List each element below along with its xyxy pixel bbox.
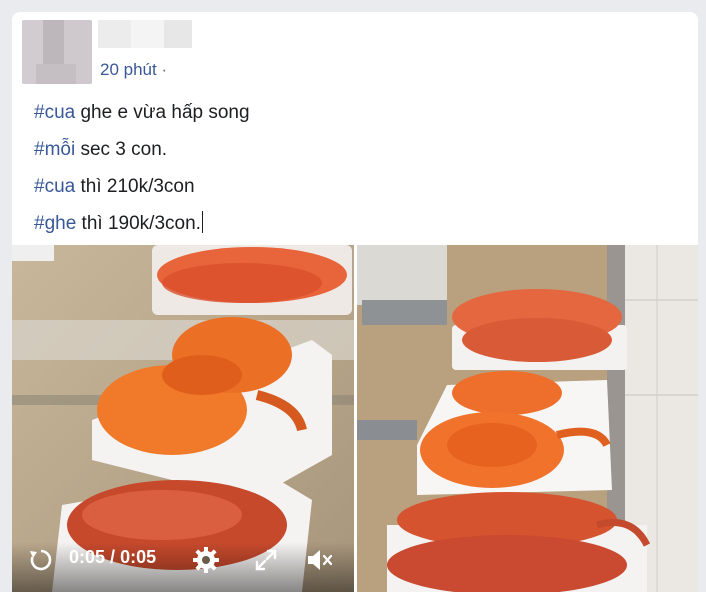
video-controls-bar xyxy=(12,542,354,592)
post-line-text: thì 190k/3con. xyxy=(76,213,201,234)
post-text: #cua ghe e vừa hấp song #mỗi sec 3 con. … xyxy=(34,94,250,242)
video-time-display: 0:05 / 0:05 xyxy=(69,547,156,568)
hashtag-link[interactable]: #cua xyxy=(34,176,75,197)
post-card: 20 phút · #cua ghe e vừa hấp song #mỗi s… xyxy=(12,12,698,592)
post-line-text: thì 210k/3con xyxy=(75,176,195,197)
post-line: #ghe thì 190k/3con. xyxy=(34,205,250,242)
video-player[interactable]: 0:05 / 0:05 xyxy=(12,245,354,592)
post-line-text: sec 3 con. xyxy=(75,139,168,160)
timestamp-separator: · xyxy=(161,60,168,79)
video-duration: 0:05 xyxy=(120,547,157,567)
post-line-text: ghe e vừa hấp song xyxy=(75,102,250,123)
video-frame-crabs xyxy=(12,245,354,592)
post-line: #cua thì 210k/3con xyxy=(34,168,250,205)
post-line: #cua ghe e vừa hấp song xyxy=(34,94,250,131)
photo-crabs-on-trays xyxy=(357,245,698,592)
post-timestamp[interactable]: 20 phút · xyxy=(100,60,167,80)
video-time-divider: / xyxy=(110,547,116,567)
fullscreen-icon[interactable] xyxy=(254,548,278,572)
timestamp-text[interactable]: 20 phút xyxy=(100,60,157,79)
avatar[interactable] xyxy=(22,20,92,84)
post-line: #mỗi sec 3 con. xyxy=(34,131,250,168)
hashtag-link[interactable]: #mỗi xyxy=(34,139,75,160)
mute-icon[interactable] xyxy=(304,546,334,574)
replay-icon[interactable] xyxy=(28,547,54,573)
author-name[interactable] xyxy=(98,20,192,48)
hashtag-link[interactable]: #ghe xyxy=(34,213,76,234)
crab-photo[interactable] xyxy=(357,245,698,592)
video-current-time: 0:05 xyxy=(69,547,106,567)
hashtag-link[interactable]: #cua xyxy=(34,102,75,123)
settings-gear-icon[interactable] xyxy=(192,546,220,574)
text-cursor xyxy=(201,211,203,233)
